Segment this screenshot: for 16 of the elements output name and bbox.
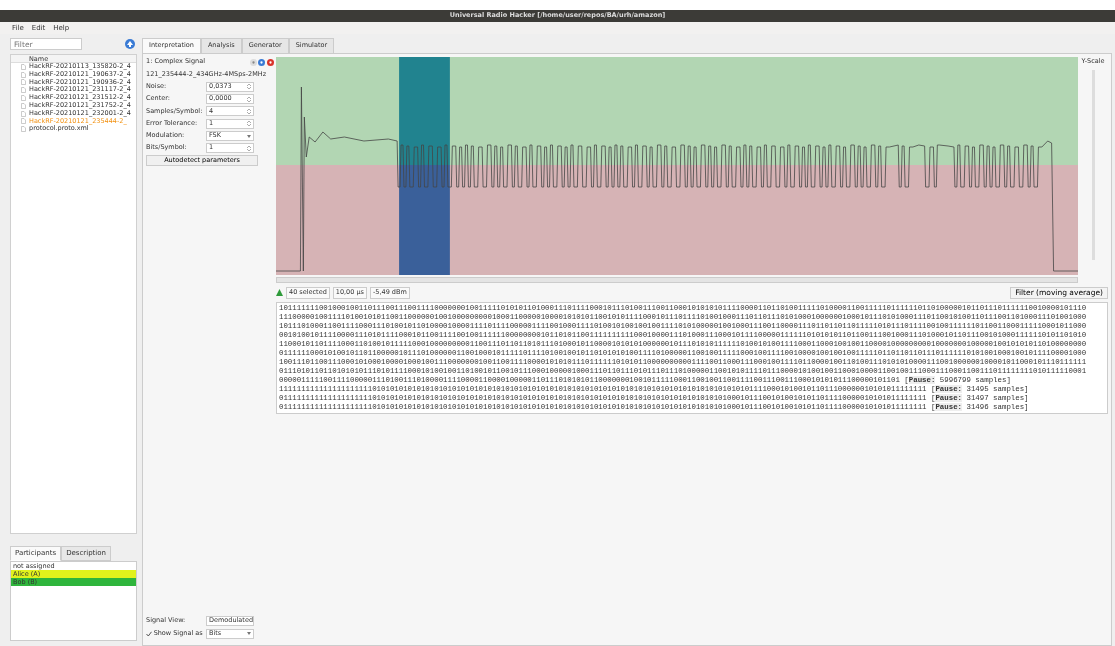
signal-plot[interactable] xyxy=(276,56,1078,275)
checkmark-icon[interactable] xyxy=(146,630,152,637)
dropdown-arrow-icon[interactable] xyxy=(247,134,251,138)
info-icon[interactable] xyxy=(258,58,266,66)
triangle-icon xyxy=(276,289,283,297)
minimize-icon[interactable] xyxy=(249,58,257,66)
close-icon[interactable] xyxy=(267,58,274,66)
bits-text-area[interactable] xyxy=(276,301,1108,414)
spin-arrows-icon[interactable] xyxy=(247,107,251,115)
spin-arrows-icon[interactable] xyxy=(247,120,251,128)
spin-arrows-icon[interactable] xyxy=(247,144,251,152)
dropdown-arrow-icon[interactable] xyxy=(247,632,251,635)
spin-arrows-icon[interactable] xyxy=(247,83,251,91)
arrow-up-icon[interactable] xyxy=(125,39,136,49)
spin-arrows-icon[interactable] xyxy=(247,95,251,103)
scrollbar[interactable] xyxy=(276,276,1078,283)
